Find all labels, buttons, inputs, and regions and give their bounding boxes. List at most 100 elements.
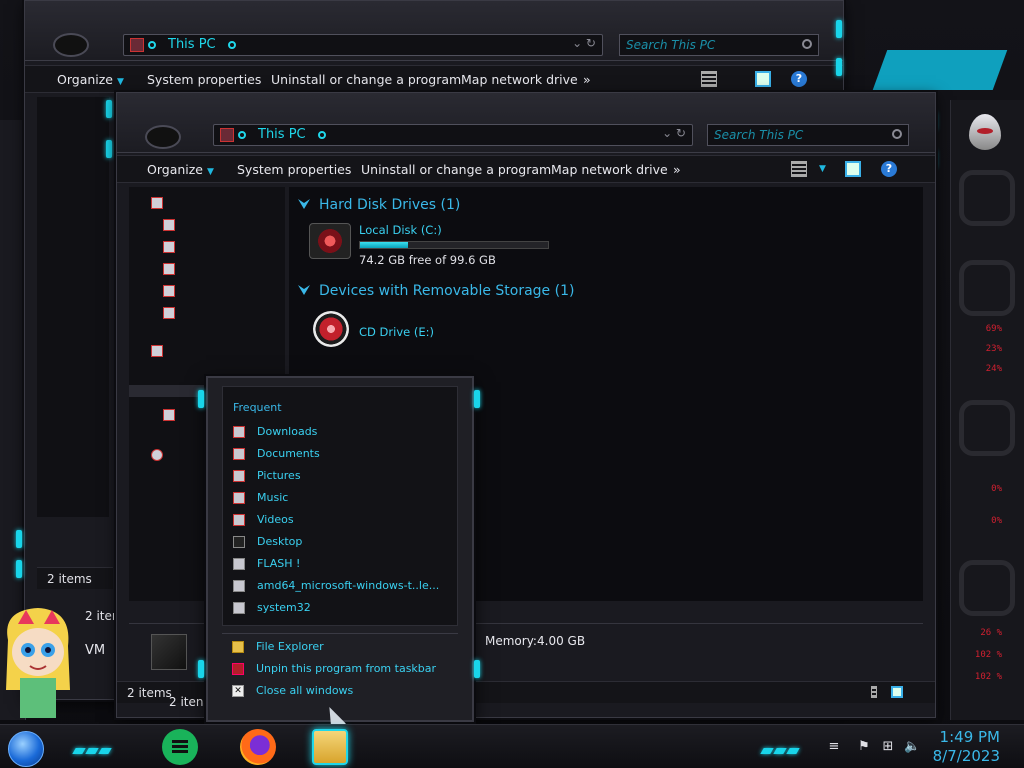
task-label: Close all windows <box>256 684 354 697</box>
firefox-icon[interactable] <box>240 729 276 765</box>
nav-dot-icon <box>318 131 326 139</box>
jump-item-videos[interactable]: Videos <box>233 511 457 531</box>
refresh-icon[interactable]: ⌄ ↻ <box>662 126 686 140</box>
drive-icon[interactable] <box>163 409 175 421</box>
group-hard-disk-label: Hard Disk Drives (1) <box>319 197 461 213</box>
help-icon[interactable]: ? <box>791 71 807 87</box>
details-view-icon[interactable] <box>871 686 877 698</box>
frame-accent <box>836 20 842 38</box>
jump-item-label: Desktop <box>257 535 303 548</box>
jump-item-label: amd64_microsoft-windows-t..le... <box>257 579 440 592</box>
search-box[interactable]: Search This PC <box>619 34 819 56</box>
jump-item-pictures[interactable]: Pictures <box>233 467 457 487</box>
uninstall-program-button[interactable]: Uninstall or change a program <box>361 162 551 177</box>
refresh-icon[interactable]: ⌄ ↻ <box>572 36 596 50</box>
preview-pane-icon[interactable] <box>845 161 861 177</box>
task-close-all[interactable]: ✕ Close all windows <box>232 682 456 702</box>
show-hidden-icons-icon[interactable]: ≡ <box>826 739 842 755</box>
jump-item-flash[interactable]: FLASH ! <box>233 555 457 575</box>
preview-pane-icon[interactable] <box>755 71 771 87</box>
volume-icon[interactable]: 🔈 <box>904 739 920 755</box>
cartoon-character-icon <box>6 608 70 718</box>
folder-icon[interactable] <box>163 285 175 297</box>
frame-accent <box>836 58 842 76</box>
frame-accent <box>198 390 204 408</box>
view-options-icon[interactable] <box>791 161 807 177</box>
ram-readout: 23% <box>985 344 1002 354</box>
titlebar[interactable]: This PC ⌄ ↻ Search This PC <box>117 93 935 153</box>
group-hard-disk-drives[interactable]: Hard Disk Drives (1) <box>297 197 460 213</box>
folder-icon[interactable] <box>163 241 175 253</box>
cd-drive-icon <box>313 311 349 347</box>
tiles-view-icon[interactable] <box>891 686 903 698</box>
user-icon[interactable] <box>151 345 163 357</box>
search-icon <box>802 39 812 49</box>
alienware-logo-icon <box>969 114 1001 150</box>
uninstall-program-button[interactable]: Uninstall or change a program <box>271 72 461 87</box>
jump-list-heading: Frequent <box>233 401 282 414</box>
search-input[interactable]: Search This PC <box>626 38 715 52</box>
folder-icon[interactable] <box>163 263 175 275</box>
jump-item-downloads[interactable]: Downloads <box>233 423 457 443</box>
search-input[interactable]: Search This PC <box>714 128 803 142</box>
action-center-flag-icon[interactable]: ⚑ <box>856 739 872 755</box>
more-commands-button[interactable]: » <box>673 162 681 177</box>
jump-item-music[interactable]: Music <box>233 489 457 509</box>
quick-access-icon[interactable] <box>151 197 163 209</box>
network-icon[interactable] <box>151 449 163 461</box>
net-readout: 0% <box>991 516 1002 526</box>
vm-label: VM <box>85 643 106 658</box>
system-properties-button[interactable]: System properties <box>237 162 351 177</box>
address-text: This PC <box>258 127 306 142</box>
file-explorer-icon[interactable] <box>312 729 348 765</box>
view-options-icon[interactable] <box>701 71 717 87</box>
item-count: 2 items <box>127 686 172 700</box>
folder-icon[interactable] <box>163 307 175 319</box>
folder-icon <box>233 426 245 438</box>
gauge-ring <box>959 400 1015 456</box>
map-network-drive-button[interactable]: Map network drive <box>461 72 578 87</box>
gauge-ring <box>959 260 1015 316</box>
address-bar[interactable]: This PC ⌄ ↻ <box>123 34 603 56</box>
network-icon[interactable]: ⊞ <box>880 739 896 755</box>
clock-date[interactable]: 8/7/2023 <box>933 747 1000 765</box>
frame-accent <box>106 140 112 158</box>
map-network-drive-button[interactable]: Map network drive <box>551 162 668 177</box>
organize-button[interactable]: Organize ▼ <box>57 72 124 87</box>
folder-icon <box>233 448 245 460</box>
group-removable-storage[interactable]: Devices with Removable Storage (1) <box>297 283 574 299</box>
help-icon[interactable]: ? <box>881 161 897 177</box>
folder-icon[interactable] <box>163 219 175 231</box>
jump-list-divider <box>222 633 458 634</box>
jump-item-system32[interactable]: system32 <box>233 599 457 619</box>
task-unpin[interactable]: Unpin this program from taskbar <box>232 660 456 680</box>
chevron-down-icon: ▼ <box>117 77 124 87</box>
address-bar[interactable]: This PC ⌄ ↻ <box>213 124 693 146</box>
search-icon <box>892 129 902 139</box>
computer-thumbnail-icon <box>151 634 187 670</box>
folder-icon <box>233 492 245 504</box>
task-file-explorer[interactable]: File Explorer <box>232 638 456 658</box>
drive-usage-bar <box>359 241 549 249</box>
chevron-down-icon[interactable]: ▼ <box>819 164 826 174</box>
jump-item-amd64[interactable]: amd64_microsoft-windows-t..le... <box>233 577 457 597</box>
jump-list: Frequent Downloads Documents Pictures Mu… <box>206 376 474 722</box>
drive-name: CD Drive (E:) <box>359 325 434 339</box>
search-box[interactable]: Search This PC <box>707 124 909 146</box>
jump-item-label: system32 <box>257 601 311 614</box>
spreadsheet-app-icon[interactable] <box>162 729 198 765</box>
jump-item-desktop[interactable]: Desktop <box>233 533 457 553</box>
system-monitor-gadget: 69% 23% 24% 0% 0% 26 % 102 % 102 % <box>950 100 1024 720</box>
more-commands-button[interactable]: » <box>583 72 591 87</box>
drive-usage-fill <box>360 242 408 248</box>
titlebar[interactable]: This PC ⌄ ↻ Search This PC <box>25 1 843 61</box>
system-properties-button[interactable]: System properties <box>147 72 261 87</box>
status-bar: 2 items <box>37 567 113 589</box>
battery-readout: 102 % <box>974 650 1002 660</box>
clock-time[interactable]: 1:49 PM <box>940 728 1000 746</box>
organize-button[interactable]: Organize ▼ <box>147 162 214 177</box>
start-button[interactable] <box>8 731 44 767</box>
taskbar-accent <box>72 739 113 758</box>
jump-item-documents[interactable]: Documents <box>233 445 457 465</box>
net-readout: 0% <box>991 484 1002 494</box>
